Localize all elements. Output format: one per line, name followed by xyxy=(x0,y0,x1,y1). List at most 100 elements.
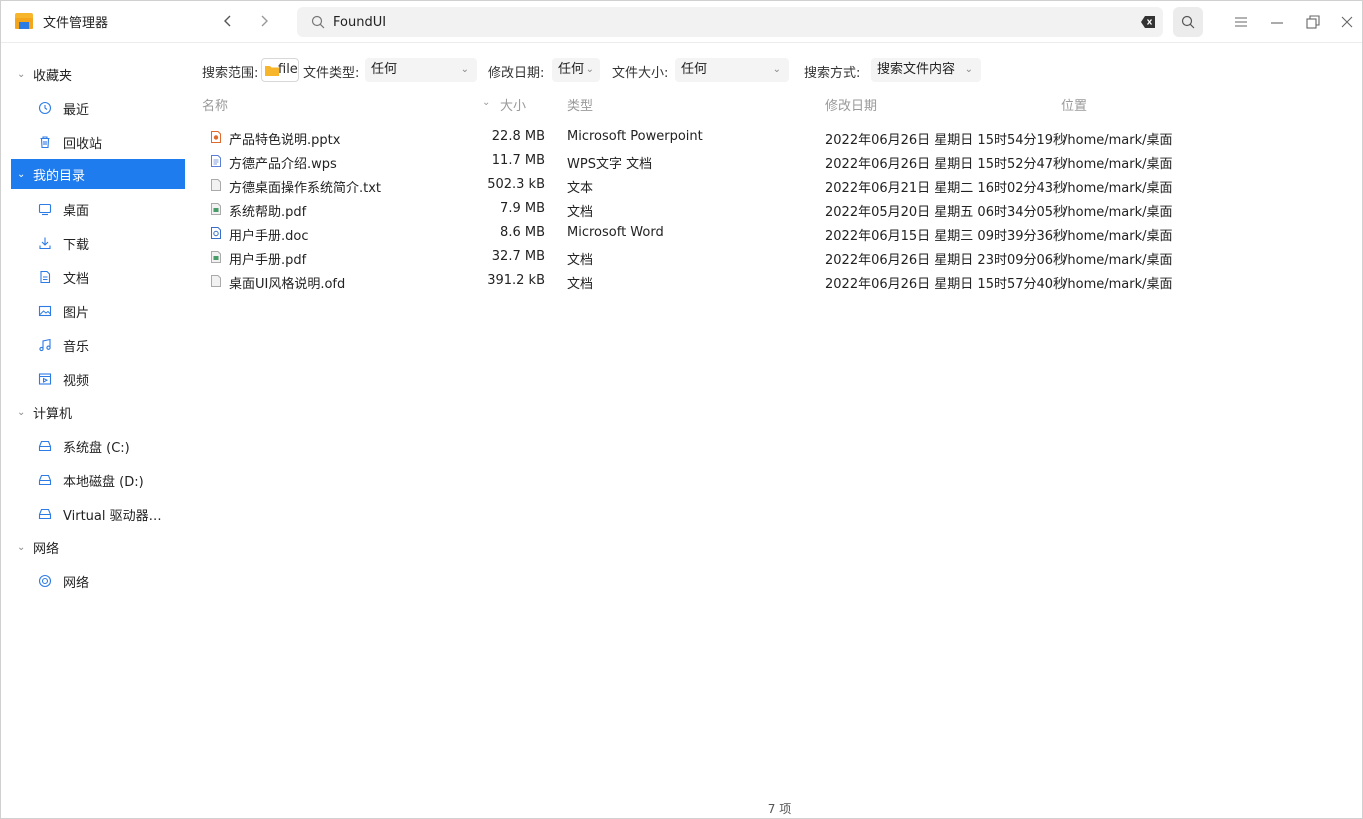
type-value: 任何 xyxy=(371,62,398,77)
sidebar-item-label: 系统盘 (C:) xyxy=(63,440,130,456)
restore-icon[interactable] xyxy=(1304,13,1322,31)
file-manager-window: 文件管理器 FoundUI ⌄ 收藏夹 最近 回收站 ⌄ 我的目录 桌面 下载 … xyxy=(0,0,1363,819)
file-size: 11.7 MB xyxy=(491,153,545,168)
sidebar-item-pictures[interactable]: 图片 xyxy=(1,296,197,326)
size-select[interactable]: 任何 ⌄ xyxy=(675,58,789,82)
sidebar-group-my-directory[interactable]: ⌄ 我的目录 xyxy=(11,159,185,189)
scope-button[interactable]: file xyxy=(261,58,299,82)
sidebar-group-favorites[interactable]: ⌄ 收藏夹 xyxy=(1,59,197,89)
size-value: 任何 xyxy=(681,62,708,77)
file-name: 方德桌面操作系统简介.txt xyxy=(229,181,382,196)
scope-value: file xyxy=(278,62,298,77)
size-label: 文件大小: xyxy=(612,66,669,81)
date-select[interactable]: 任何 ⌄ xyxy=(552,58,600,82)
sidebar-item-label: 视频 xyxy=(63,373,90,389)
image-icon xyxy=(38,305,52,317)
pdf-file-icon xyxy=(211,251,221,263)
file-modified: 2022年05月20日 星期五 06时34分05秒 xyxy=(825,205,1067,220)
file-size: 502.3 kB xyxy=(487,177,545,192)
column-header-name[interactable]: 名称 xyxy=(202,95,228,114)
sidebar-item-music[interactable]: 音乐 xyxy=(1,330,197,360)
txt-file-icon xyxy=(211,179,221,191)
search-input[interactable] xyxy=(333,7,1113,37)
sidebar-item-label: 文档 xyxy=(63,271,90,287)
file-location: /home/mark/桌面 xyxy=(1063,229,1173,244)
pdf-file-icon xyxy=(211,203,221,215)
file-row[interactable]: 系统帮助.pdf 7.9 MB 文档 2022年05月20日 星期五 06时34… xyxy=(197,197,1362,221)
file-location: /home/mark/桌面 xyxy=(1063,205,1173,220)
sidebar-item-drive-c[interactable]: 系统盘 (C:) xyxy=(1,431,197,461)
folder-icon xyxy=(265,66,279,76)
file-modified: 2022年06月21日 星期二 16时02分43秒 xyxy=(825,181,1067,196)
column-header-size[interactable]: 大小 xyxy=(500,95,526,114)
trash-icon xyxy=(40,136,50,149)
sidebar-item-drive-d[interactable]: 本地磁盘 (D:) xyxy=(1,465,197,495)
sidebar-item-label: 回收站 xyxy=(63,136,103,152)
back-button[interactable] xyxy=(217,10,239,32)
file-type: WPS文字 文档 xyxy=(567,157,653,172)
sidebar-group-network[interactable]: ⌄ 网络 xyxy=(1,532,197,562)
type-select[interactable]: 任何 ⌄ xyxy=(365,58,477,82)
sidebar-item-recent[interactable]: 最近 xyxy=(1,93,197,123)
file-name: 系统帮助.pdf xyxy=(229,205,307,220)
clock-icon xyxy=(38,101,52,115)
app-title: 文件管理器 xyxy=(43,16,109,31)
close-icon[interactable] xyxy=(1338,13,1356,31)
sidebar-item-desktop[interactable]: 桌面 xyxy=(1,194,197,224)
file-row[interactable]: 方德产品介绍.wps 11.7 MB WPS文字 文档 2022年06月26日 … xyxy=(197,149,1362,173)
menu-icon[interactable] xyxy=(1232,13,1250,31)
sidebar-group-computer[interactable]: ⌄ 计算机 xyxy=(1,397,197,427)
search-box[interactable] xyxy=(297,7,1163,37)
sidebar-item-network[interactable]: 网络 xyxy=(1,566,197,596)
file-row[interactable]: 产品特色说明.pptx 22.8 MB Microsoft Powerpoint… xyxy=(197,125,1362,149)
file-row[interactable]: 方德桌面操作系统简介.txt 502.3 kB 文本 2022年06月21日 星… xyxy=(197,173,1362,197)
drive-icon xyxy=(38,508,52,520)
network-icon xyxy=(38,574,52,588)
file-row[interactable]: 用户手册.doc 8.6 MB Microsoft Word 2022年06月1… xyxy=(197,221,1362,245)
sidebar: ⌄ 收藏夹 最近 回收站 ⌄ 我的目录 桌面 下载 文档 图片 音乐 视频 ⌄ … xyxy=(1,44,197,818)
sidebar-item-label: 最近 xyxy=(63,102,90,118)
date-label: 修改日期: xyxy=(488,66,545,81)
method-value: 搜索文件内容 xyxy=(877,62,956,77)
file-location: /home/mark/桌面 xyxy=(1063,133,1173,148)
column-header-type[interactable]: 类型 xyxy=(567,95,593,114)
file-modified: 2022年06月26日 星期日 15时52分47秒 xyxy=(825,157,1067,172)
sidebar-item-videos[interactable]: 视频 xyxy=(1,364,197,394)
sidebar-item-virtual-drive[interactable]: Virtual 驱动器… xyxy=(1,499,197,529)
forward-button[interactable] xyxy=(253,10,275,32)
column-header-location[interactable]: 位置 xyxy=(1061,95,1087,114)
music-icon xyxy=(39,338,51,352)
main-content: 搜索范围: file 文件类型: 任何 ⌄ 修改日期: 任何 ⌄ 文件大小: 任… xyxy=(197,44,1362,818)
sidebar-group-label: 收藏夹 xyxy=(33,68,73,84)
method-select[interactable]: 搜索文件内容 ⌄ xyxy=(871,58,981,82)
drive-icon xyxy=(38,440,52,452)
sidebar-item-label: 图片 xyxy=(63,305,90,321)
search-icon xyxy=(311,15,325,29)
file-name: 产品特色说明.pptx xyxy=(229,133,341,148)
sidebar-item-downloads[interactable]: 下载 xyxy=(1,228,197,258)
file-modified: 2022年06月15日 星期三 09时39分36秒 xyxy=(825,229,1067,244)
file-location: /home/mark/桌面 xyxy=(1063,181,1173,196)
desktop-icon xyxy=(38,203,52,216)
file-name: 桌面UI风格说明.ofd xyxy=(229,277,346,292)
file-name: 用户手册.pdf xyxy=(229,253,307,268)
clear-search-icon[interactable] xyxy=(1141,16,1155,28)
file-location: /home/mark/桌面 xyxy=(1063,253,1173,268)
file-row[interactable]: 用户手册.pdf 32.7 MB 文档 2022年06月26日 星期日 23时0… xyxy=(197,245,1362,269)
sidebar-group-label: 网络 xyxy=(33,541,60,557)
file-type: 文档 xyxy=(567,205,594,220)
file-row[interactable]: 桌面UI风格说明.ofd 391.2 kB 文档 2022年06月26日 星期日… xyxy=(197,269,1362,293)
doc-file-icon xyxy=(211,227,221,239)
sidebar-group-label: 计算机 xyxy=(33,406,73,422)
app-logo-icon xyxy=(15,13,33,29)
ofd-file-icon xyxy=(211,275,221,287)
sidebar-item-documents[interactable]: 文档 xyxy=(1,262,197,292)
column-header-modified[interactable]: 修改日期 xyxy=(825,95,877,114)
file-size: 8.6 MB xyxy=(500,225,545,240)
sidebar-item-trash[interactable]: 回收站 xyxy=(1,127,197,157)
sort-chevron-icon: ⌄ xyxy=(482,97,491,108)
minimize-icon[interactable] xyxy=(1268,13,1286,31)
search-button[interactable] xyxy=(1173,7,1203,37)
download-icon xyxy=(39,237,51,250)
method-label: 搜索方式: xyxy=(804,66,861,81)
